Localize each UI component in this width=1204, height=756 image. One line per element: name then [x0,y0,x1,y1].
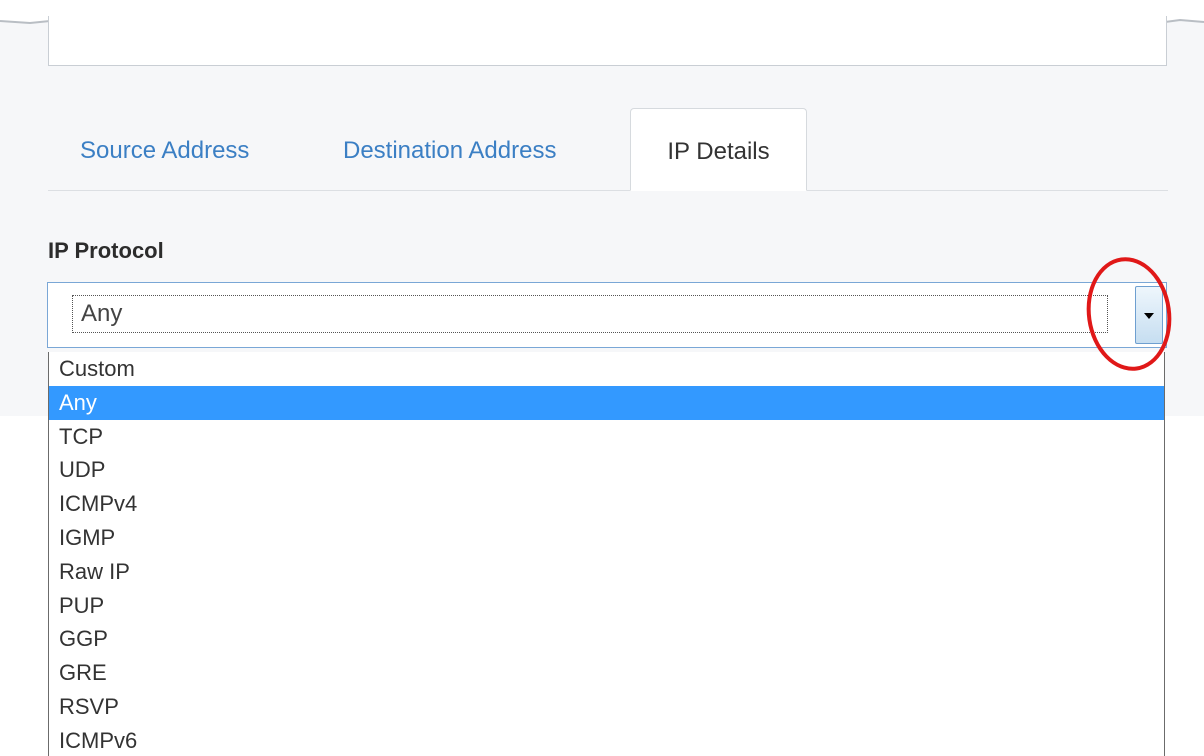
tab-source-address[interactable]: Source Address [80,108,249,191]
tab-ip-details[interactable]: IP Details [630,108,807,191]
dropdown-option-udp[interactable]: UDP [49,453,1164,487]
dropdown-option-any[interactable]: Any [49,385,1164,420]
dropdown-option-custom[interactable]: Custom [49,352,1164,386]
tab-destination-address[interactable]: Destination Address [343,108,556,191]
tab-bar: Source Address Destination Address IP De… [48,108,1168,191]
dropdown-option-icmpv4[interactable]: ICMPv4 [49,487,1164,521]
ip-protocol-selected-value[interactable]: Any [72,295,1108,333]
dropdown-option-icmpv6[interactable]: ICMPv6 [49,724,1164,756]
ip-protocol-label: IP Protocol [48,238,164,263]
previous-text-field[interactable] [48,16,1167,66]
ip-protocol-select[interactable]: Any [47,282,1167,348]
dropdown-option-pup[interactable]: PUP [49,589,1164,623]
dropdown-option-raw-ip[interactable]: Raw IP [49,555,1164,589]
dropdown-option-rsvp[interactable]: RSVP [49,690,1164,724]
dropdown-option-tcp[interactable]: TCP [49,420,1164,454]
dropdown-option-gre[interactable]: GRE [49,656,1164,690]
ip-protocol-options-list: Custom Any TCP UDP ICMPv4 IGMP Raw IP PU… [48,352,1165,756]
dropdown-option-ggp[interactable]: GGP [49,622,1164,656]
dropdown-option-igmp[interactable]: IGMP [49,521,1164,555]
